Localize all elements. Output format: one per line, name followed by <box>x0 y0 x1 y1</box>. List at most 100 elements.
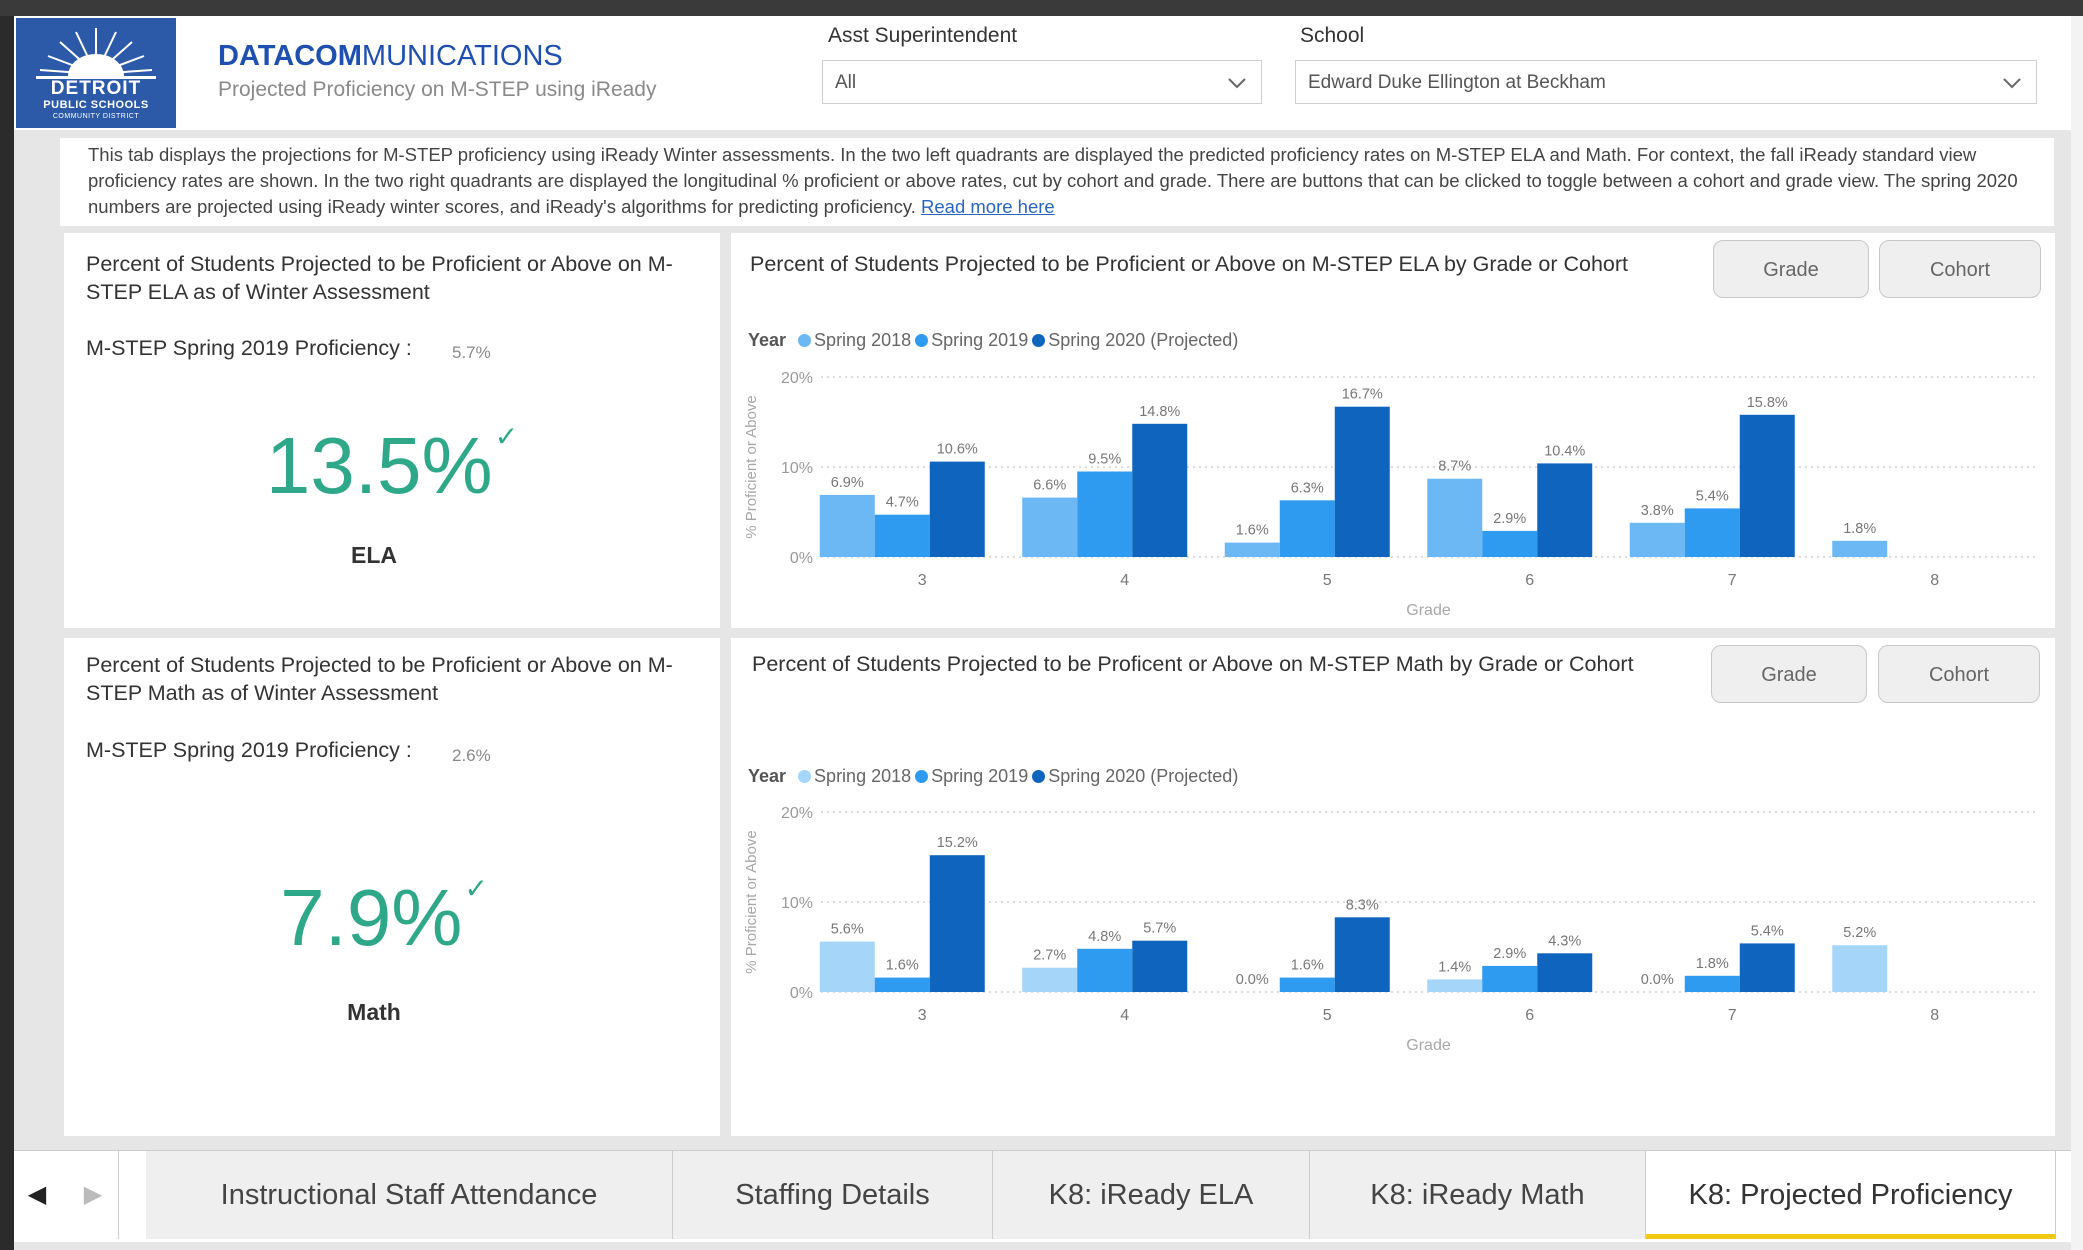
bar <box>1832 945 1888 992</box>
data-label: 2.9% <box>1493 511 1526 527</box>
legend-dot-2019 <box>915 334 929 347</box>
x-tick-label: 6 <box>1525 1007 1534 1024</box>
x-tick-label: 7 <box>1728 1007 1737 1024</box>
description-box: This tab displays the projections for M-… <box>60 138 2054 226</box>
x-tick-label: 3 <box>918 572 927 589</box>
legend-dot-2019 <box>915 770 929 783</box>
tab-projected-proficiency[interactable]: K8: Projected Proficiency <box>1646 1151 2056 1239</box>
school-label: School <box>1300 24 1365 47</box>
legend-dot-2018 <box>798 334 812 347</box>
bar <box>1334 406 1390 557</box>
data-label: 5.6% <box>831 922 864 938</box>
data-label: 8.3% <box>1346 897 1379 913</box>
x-tick-label: 8 <box>1930 1007 1939 1024</box>
bar <box>1629 522 1685 557</box>
data-label: 10.4% <box>1544 443 1585 459</box>
legend-title: Year <box>748 766 787 786</box>
x-tick-label: 4 <box>1120 1007 1129 1024</box>
legend-item-2019: Spring 2019 <box>931 330 1029 350</box>
prev-page-arrow-icon[interactable]: ◀ <box>22 1151 52 1239</box>
math-grade-button[interactable]: Grade <box>1711 645 1867 703</box>
ela-chart-title: Percent of Students Projected to be Prof… <box>750 252 1628 276</box>
ela-kpi-title: Percent of Students Projected to be Prof… <box>86 252 673 304</box>
bar <box>1077 948 1133 992</box>
data-label: 10.6% <box>937 442 978 458</box>
tab-staffing-details[interactable]: Staffing Details <box>673 1151 993 1239</box>
data-label: 16.7% <box>1342 387 1383 403</box>
math-2019-proficiency-value: 2.6% <box>452 746 491 765</box>
y-tick-label: 10% <box>781 895 813 912</box>
right-strip <box>2071 16 2083 1250</box>
tab-iready-ela[interactable]: K8: iReady ELA <box>993 1151 1310 1239</box>
bar <box>874 514 930 557</box>
asst-superintendent-value: All <box>835 72 857 93</box>
brand-bold: DATACOM <box>218 40 362 72</box>
data-label: 5.2% <box>1843 925 1876 941</box>
x-tick-label: 7 <box>1728 572 1737 589</box>
chevron-down-icon <box>2003 78 2021 89</box>
data-label: 1.6% <box>1236 523 1269 539</box>
data-label: 4.7% <box>886 495 919 511</box>
asst-superintendent-label: Asst Superintendent <box>828 24 1018 47</box>
bar <box>1832 540 1888 557</box>
math-projected-value: 7.9%✓ <box>64 872 704 964</box>
data-label: 1.4% <box>1438 959 1471 975</box>
school-value: Edward Duke Ellington at Beckham <box>1308 72 1606 93</box>
bar <box>1279 500 1335 557</box>
math-subject-label: Math <box>347 999 401 1025</box>
y-axis-title: % Proficient or Above <box>743 395 760 538</box>
legend-dot-2020 <box>1032 770 1046 783</box>
data-label: 1.8% <box>1843 521 1876 537</box>
bar <box>1279 977 1335 992</box>
checkmark-icon: ✓ <box>464 873 488 904</box>
data-label: 5.4% <box>1696 488 1729 504</box>
data-label: 6.6% <box>1033 478 1066 494</box>
legend-item-2019: Spring 2019 <box>931 766 1029 786</box>
bar <box>1427 478 1483 557</box>
legend-dot-2018 <box>798 770 812 783</box>
bar <box>1132 940 1188 992</box>
x-tick-label: 3 <box>918 1007 927 1024</box>
ela-projected-number: 13.5% <box>265 421 493 510</box>
bar <box>1334 917 1390 992</box>
data-label: 1.8% <box>1696 956 1729 972</box>
x-tick-label: 6 <box>1525 572 1534 589</box>
math-cohort-button[interactable]: Cohort <box>1878 645 2040 703</box>
bar <box>1022 497 1078 557</box>
math-projected-number: 7.9% <box>280 873 463 962</box>
bar <box>1482 965 1538 992</box>
read-more-link[interactable]: Read more here <box>921 196 1055 217</box>
bar <box>1537 463 1593 557</box>
data-label: 2.7% <box>1033 948 1066 964</box>
tab-iready-math[interactable]: K8: iReady Math <box>1310 1151 1646 1239</box>
ela-cohort-button[interactable]: Cohort <box>1879 240 2041 298</box>
ela-chart-legend: Year Spring 2018 Spring 2019 Spring 2020 (P… <box>748 330 1238 351</box>
x-tick-label: 4 <box>1120 572 1129 589</box>
bar <box>929 855 985 992</box>
x-tick-label: 8 <box>1930 572 1939 589</box>
y-axis-title: % Proficient or Above <box>743 830 760 973</box>
bar <box>1684 508 1740 557</box>
y-tick-label: 20% <box>781 805 813 822</box>
math-chart-title: Percent of Students Projected to be Prof… <box>752 652 1634 676</box>
chevron-down-icon <box>1228 78 1246 89</box>
logo-line-1: DETROIT <box>50 78 142 99</box>
legend-item-2020: Spring 2020 (Projected) <box>1048 330 1239 350</box>
data-label: 5.7% <box>1143 921 1176 937</box>
bar <box>1022 967 1078 992</box>
ela-grade-button[interactable]: Grade <box>1713 240 1869 298</box>
legend-title: Year <box>748 330 787 350</box>
data-label: 9.5% <box>1088 452 1121 468</box>
data-label: 8.7% <box>1438 459 1471 475</box>
data-label: 6.9% <box>831 475 864 491</box>
asst-superintendent-dropdown[interactable]: All <box>822 60 1262 104</box>
data-label: 1.6% <box>886 958 919 974</box>
tab-instructional-staff-attendance[interactable]: Instructional Staff Attendance <box>146 1151 673 1239</box>
data-label: 3.8% <box>1641 503 1674 519</box>
logo-line-3: COMMUNITY DISTRICT <box>52 113 140 120</box>
dps-logo: DETROIT PUBLIC SCHOOLS COMMUNITY DISTRIC… <box>16 18 176 128</box>
next-page-arrow-icon[interactable]: ▶ <box>78 1151 108 1239</box>
ela-2019-proficiency-label: M-STEP Spring 2019 Proficiency : <box>86 336 412 360</box>
data-label: 5.4% <box>1751 923 1784 939</box>
school-dropdown[interactable]: Edward Duke Ellington at Beckham <box>1295 60 2037 104</box>
